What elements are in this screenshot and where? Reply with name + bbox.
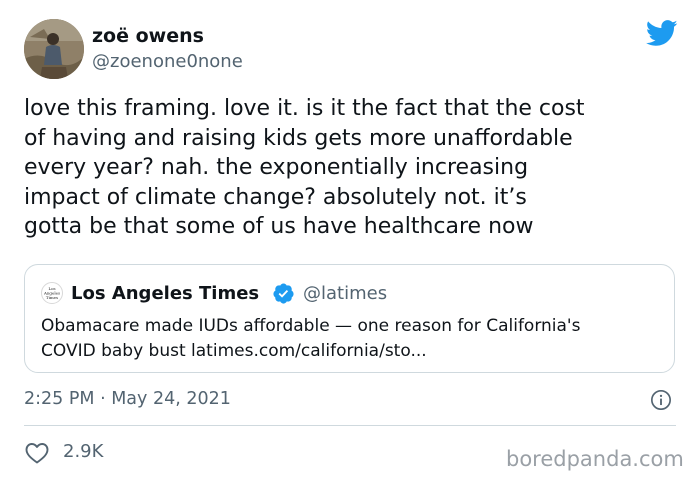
quoted-text-line: Obamacare made IUDs affordable — one rea… [41,316,581,336]
tweet-text-line: every year? nah. the exponentially incre… [24,155,529,180]
quoted-tweet-text: Obamacare made IUDs affordable — one rea… [41,314,666,364]
quoted-handle[interactable]: @latimes [303,283,387,305]
author-handle[interactable]: @zoenone0none [92,51,243,73]
tweet-text-line: impact of climate change? absolutely not… [24,184,527,210]
verified-badge-icon [273,283,294,304]
tweet-text-line: gotta be that some of us have healthcare… [24,214,534,239]
like-count[interactable]: 2.9K [63,441,103,463]
tweet-text: love this framing. love it. is it the fa… [24,94,684,242]
latimes-logo-avatar[interactable]: Los Angeles Times [41,282,63,304]
divider [24,425,676,426]
watermark: boredpanda.com [506,447,684,471]
tweet-text-line: of having and raising kids gets more una… [24,125,573,151]
info-icon[interactable] [650,389,672,411]
twitter-bird-icon[interactable] [646,20,678,47]
tweet-text-line: love this framing. love it. is it the fa… [24,96,585,121]
quoted-text-line: COVID baby bust latimes.com/california/s… [41,341,427,361]
heart-icon[interactable] [25,442,49,464]
tweet-card: zoë owens @zoenone0none love this framin… [0,0,700,480]
author-display-name[interactable]: zoë owens [92,25,204,47]
quoted-display-name[interactable]: Los Angeles Times [71,283,259,305]
tweet-timestamp[interactable]: 2:25 PM · May 24, 2021 [24,388,231,410]
latimes-logo-text: Times [46,295,58,300]
quoted-tweet-card[interactable]: Los Angeles Times Los Angeles Times @lat… [24,264,675,373]
latimes-logo: Los Angeles Times [43,286,60,300]
author-avatar[interactable] [24,19,84,79]
author-avatar-photo [24,19,84,79]
